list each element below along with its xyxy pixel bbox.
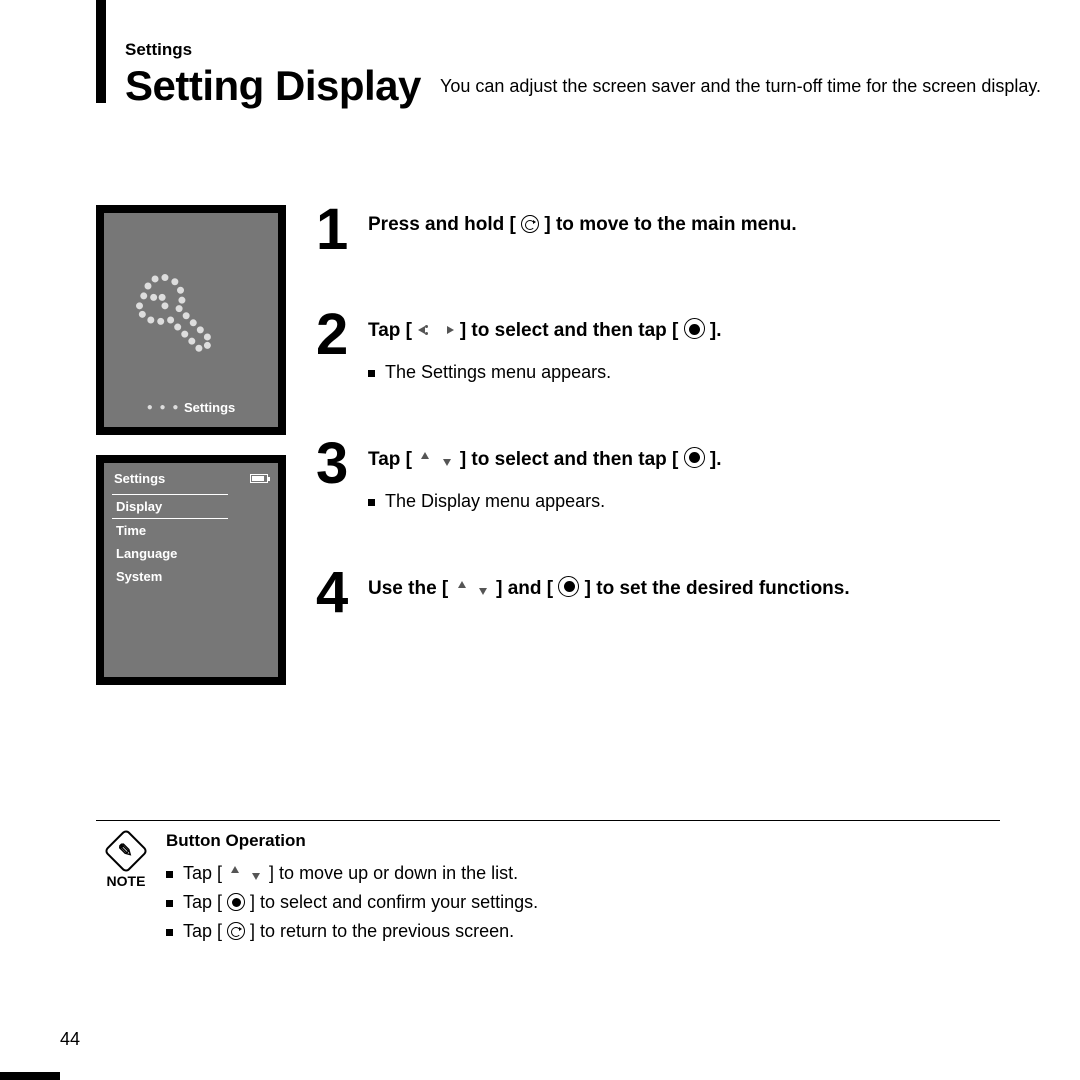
back-icon xyxy=(521,215,539,233)
select-icon xyxy=(227,893,245,911)
select-icon xyxy=(558,576,579,597)
device-screenshot-menu: Settings DisplayTimeLanguageSystem xyxy=(96,455,286,685)
down-arrow-icon xyxy=(439,451,455,467)
footer-accent-bar xyxy=(0,1072,60,1080)
note-label: NOTE xyxy=(96,873,156,889)
note-bullet: Tap [ ] to return to the previous screen… xyxy=(166,921,1000,942)
select-icon xyxy=(684,318,705,339)
up-arrow-icon xyxy=(227,865,243,881)
menu-item: System xyxy=(114,565,268,588)
device-screens-column: ● ● ● Settings Settings DisplayTimeLangu… xyxy=(96,205,286,685)
down-arrow-icon xyxy=(248,865,264,881)
menu-item: Language xyxy=(114,542,268,565)
step-text: Press and hold [ ] to move to the main m… xyxy=(368,213,797,238)
step-detail: The Display menu appears. xyxy=(368,491,722,512)
page-title: Setting Display xyxy=(125,62,421,110)
note-bullet: Tap [ ] to move up or down in the list. xyxy=(166,863,1000,884)
select-icon xyxy=(684,447,705,468)
step-number: 1 xyxy=(316,205,356,254)
page-subtitle: You can adjust the screen saver and the … xyxy=(440,76,1041,97)
step: 1 Press and hold [ ] to move to the main … xyxy=(316,205,850,254)
step-text: Use the [ ] and [ ] to set the desired f… xyxy=(368,576,850,602)
screenshot-caption: ● ● ● Settings xyxy=(104,400,278,415)
step: 4 Use the [ ] and [ ] to set the desired … xyxy=(316,568,850,617)
step: 2 Tap [ ] to select and then tap [ ]. The … xyxy=(316,310,850,383)
step-number: 2 xyxy=(316,310,356,359)
step-text: Tap [ ] to select and then tap [ ]. xyxy=(368,447,722,473)
right-arrow-icon xyxy=(439,322,455,338)
wrench-icon xyxy=(111,225,267,381)
up-arrow-icon xyxy=(417,451,433,467)
note-icon: ✎ xyxy=(103,828,148,873)
down-arrow-icon xyxy=(475,580,491,596)
step-number: 4 xyxy=(316,568,356,617)
back-icon xyxy=(227,922,245,940)
steps-column: 1 Press and hold [ ] to move to the main … xyxy=(316,205,850,673)
note-title: Button Operation xyxy=(166,831,1000,851)
menu-item: Time xyxy=(114,519,268,542)
header-accent-bar xyxy=(96,0,106,103)
menu-item: Display xyxy=(112,494,228,519)
page-number: 44 xyxy=(60,1029,80,1050)
step-detail: The Settings menu appears. xyxy=(368,362,722,383)
step-text: Tap [ ] to select and then tap [ ]. xyxy=(368,318,722,344)
device-screenshot-main: ● ● ● Settings xyxy=(96,205,286,435)
breadcrumb: Settings xyxy=(125,40,421,60)
step: 3 Tap [ ] to select and then tap [ ]. The … xyxy=(316,439,850,512)
note-block: ✎ NOTE Button Operation Tap [ ] to move … xyxy=(96,820,1000,950)
step-number: 3 xyxy=(316,439,356,488)
up-arrow-icon xyxy=(454,580,470,596)
header: Settings Setting Display xyxy=(125,40,421,110)
menu-title: Settings xyxy=(114,471,165,486)
battery-icon xyxy=(250,474,268,483)
note-bullet: Tap [ ] to select and confirm your setti… xyxy=(166,892,1000,913)
left-arrow-icon xyxy=(417,322,433,338)
